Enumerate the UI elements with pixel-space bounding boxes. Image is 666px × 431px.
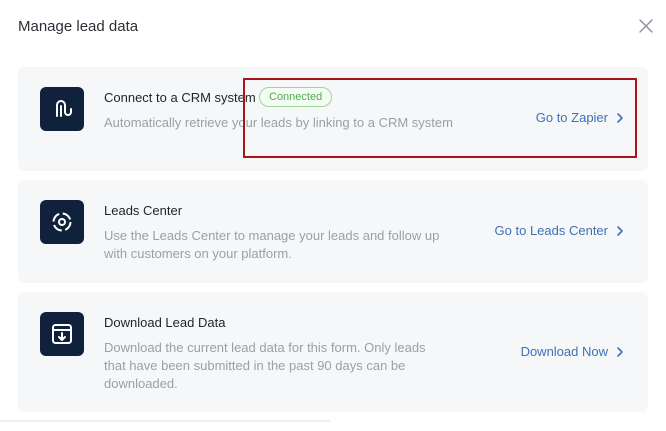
bottom-divider [0, 420, 330, 422]
crm-link-icon [40, 87, 84, 131]
download-now-label: Download Now [520, 344, 608, 359]
close-icon[interactable] [638, 18, 654, 34]
leads-center-icon [40, 200, 84, 244]
go-to-leads-center-label: Go to Leads Center [494, 223, 608, 238]
chevron-right-icon [617, 112, 623, 123]
go-to-leads-center-link[interactable]: Go to Leads Center [495, 223, 624, 238]
go-to-zapier-label: Go to Zapier [535, 110, 608, 125]
download-box-icon [40, 312, 84, 356]
crm-card-title: Connect to a CRM system [104, 90, 256, 105]
download-card-description: Download the current lead data for this … [104, 340, 426, 391]
manage-lead-data-dialog: Manage lead data Connect to a CRM system… [0, 0, 666, 431]
go-to-zapier-link[interactable]: Go to Zapier [536, 110, 624, 125]
leads-center-card: Leads Center Use the Leads Center to man… [18, 180, 648, 283]
download-now-link[interactable]: Download Now [521, 344, 624, 359]
crm-card-description: Automatically retrieve your leads by lin… [104, 115, 453, 130]
chevron-right-icon [617, 225, 623, 236]
chevron-right-icon [617, 346, 623, 357]
leads-center-card-description: Use the Leads Center to manage your lead… [104, 228, 440, 261]
dialog-title: Manage lead data [18, 18, 139, 35]
connected-status-badge: Connected [259, 87, 333, 107]
leads-center-card-title: Leads Center [104, 203, 183, 218]
download-card-title: Download Lead Data [104, 315, 226, 330]
crm-card: Connect to a CRM system Connected Automa… [18, 67, 648, 171]
download-lead-data-card: Download Lead Data Download the current … [18, 292, 648, 412]
